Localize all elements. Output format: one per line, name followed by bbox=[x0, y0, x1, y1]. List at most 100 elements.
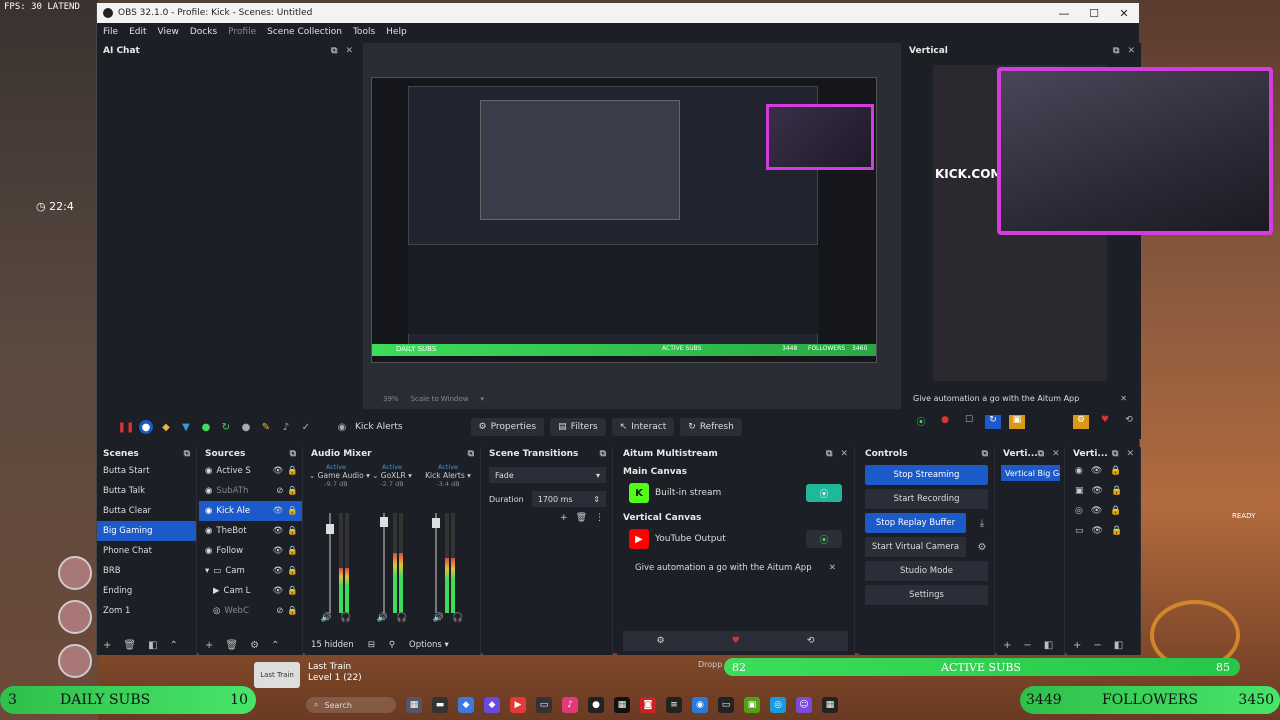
refresh-icon[interactable]: ⟲ bbox=[1121, 415, 1137, 429]
add-icon[interactable]: + bbox=[1073, 640, 1081, 651]
fader-knob[interactable] bbox=[326, 523, 334, 534]
settings-button[interactable]: Settings bbox=[865, 585, 988, 605]
stop-replay-buffer-button[interactable]: Stop Replay Buffer ⤓ bbox=[865, 513, 984, 533]
filters-button[interactable]: ▤ Filters bbox=[550, 418, 606, 436]
scene-item[interactable]: BRB bbox=[97, 561, 196, 581]
vertical-source-item[interactable]: ◎ 👁 🔒 bbox=[1067, 501, 1140, 521]
fader-knob[interactable] bbox=[380, 516, 388, 527]
menu-edit[interactable]: Edit bbox=[129, 27, 146, 37]
lock-icon[interactable]: 🔒 bbox=[287, 606, 298, 616]
gear-icon[interactable]: ⚙ bbox=[1073, 415, 1089, 429]
source-item[interactable]: ◉ TheBot 👁 🔒 bbox=[199, 521, 302, 541]
close-icon[interactable]: ✕ bbox=[1052, 449, 1060, 459]
minus-icon[interactable]: − bbox=[1093, 640, 1101, 651]
float-icon[interactable]: ⧉ bbox=[1112, 449, 1118, 459]
vertical-scene-item[interactable]: Vertical Big Ga bbox=[1001, 465, 1060, 481]
app-icon[interactable]: ▦ bbox=[614, 697, 630, 713]
float-icon[interactable]: ⧉ bbox=[600, 449, 606, 459]
lock-icon[interactable]: 🔒 bbox=[287, 526, 298, 536]
trash-icon[interactable]: 🗑 bbox=[123, 640, 136, 651]
refresh-icon[interactable]: ⟲ bbox=[807, 636, 815, 646]
volume-fader[interactable] bbox=[326, 513, 334, 613]
vertical-source-item[interactable]: ▭ 👁 🔒 bbox=[1067, 521, 1140, 541]
taskbar-search[interactable]: ⌕ Search bbox=[306, 697, 396, 713]
app-icon[interactable]: ◆ bbox=[458, 697, 474, 713]
app-icon[interactable]: ▦ bbox=[822, 697, 838, 713]
menu-help[interactable]: Help bbox=[386, 27, 407, 37]
stream-icon[interactable]: ⦿ bbox=[913, 415, 929, 429]
scene-item-selected[interactable]: Big Gaming bbox=[97, 521, 196, 541]
app-icon[interactable]: ◙ bbox=[640, 697, 656, 713]
lock-icon[interactable]: 🔒 bbox=[287, 486, 298, 496]
speaker-icon[interactable]: 🔊 bbox=[377, 613, 388, 623]
float-icon[interactable]: ⧉ bbox=[826, 449, 832, 459]
lock-icon[interactable]: 🔒 bbox=[287, 566, 298, 576]
layout-icon[interactable]: ⊟ bbox=[368, 640, 375, 650]
menu-view[interactable]: View bbox=[158, 27, 179, 37]
menu-scene-collection[interactable]: Scene Collection bbox=[267, 27, 342, 37]
source-item-selected[interactable]: ◉ Kick Ale 👁 🔒 bbox=[199, 501, 302, 521]
program-preview[interactable]: DAILY SUBS ACTIVE SUBS 3448 FOLLOWERS 34… bbox=[371, 77, 877, 363]
menu-file[interactable]: File bbox=[103, 27, 118, 37]
discord-icon[interactable]: ☺ bbox=[796, 697, 812, 713]
lock-icon[interactable]: 🔒 bbox=[1111, 486, 1122, 496]
close-button[interactable]: ✕ bbox=[1109, 7, 1139, 20]
source-item[interactable]: ◉ SubATh ⊘ 🔒 bbox=[199, 481, 302, 501]
eye-icon[interactable]: 👁 bbox=[1092, 526, 1103, 536]
youtube-icon[interactable]: ▶ bbox=[510, 697, 526, 713]
filter-icon[interactable]: ◧ bbox=[148, 640, 157, 651]
volume-fader[interactable] bbox=[432, 513, 440, 613]
chevron-down-icon[interactable]: ▾ bbox=[480, 395, 484, 407]
app-icon[interactable]: ◆ bbox=[484, 697, 500, 713]
close-icon[interactable]: ✕ bbox=[345, 46, 353, 56]
app-icon[interactable]: ◎ bbox=[770, 697, 786, 713]
source-item[interactable]: ◉ Follow 👁 🔒 bbox=[199, 541, 302, 561]
float-icon[interactable]: ⧉ bbox=[331, 46, 337, 56]
lock-icon[interactable]: 🔒 bbox=[1110, 506, 1121, 516]
chevron-up-icon[interactable]: ⌃ bbox=[170, 640, 178, 651]
duration-input[interactable]: 1700 ms ⇕ bbox=[531, 491, 606, 507]
stop-streaming-button[interactable]: Stop Streaming bbox=[865, 465, 988, 485]
heart-icon[interactable]: ♥ bbox=[1097, 415, 1113, 429]
source-item[interactable]: ▾ ▭ Cam 👁 🔒 bbox=[199, 561, 302, 581]
channel-name[interactable]: ⌄ Game Audio ▾ bbox=[309, 471, 370, 480]
zoom-level[interactable]: 39% bbox=[383, 395, 399, 407]
scale-mode[interactable]: Scale to Window bbox=[411, 395, 469, 407]
minimize-button[interactable]: — bbox=[1049, 7, 1079, 20]
eye-icon[interactable]: 👁 bbox=[273, 566, 284, 576]
eye-icon[interactable]: 👁 bbox=[1091, 506, 1102, 516]
refresh-icon[interactable]: ↻ bbox=[219, 420, 233, 434]
app-icon[interactable]: ≡ bbox=[666, 697, 682, 713]
vertical-source-item[interactable]: ▣ 👁 🔒 bbox=[1067, 481, 1140, 501]
filter-icon[interactable]: ▼ bbox=[179, 420, 193, 434]
headphones-icon[interactable]: 🎧 bbox=[396, 613, 407, 623]
channel-name[interactable]: ⌄ GoXLR ▾ bbox=[365, 471, 419, 480]
transition-select[interactable]: Fade ▾ bbox=[489, 467, 606, 483]
files-icon[interactable]: ▬ bbox=[432, 697, 448, 713]
lock-icon[interactable]: 🔒 bbox=[287, 466, 298, 476]
lock-icon[interactable]: 🔒 bbox=[287, 586, 298, 596]
fader-knob[interactable] bbox=[432, 518, 440, 529]
eye-icon[interactable]: 👁 bbox=[273, 466, 284, 476]
browser-icon[interactable]: ◉ bbox=[692, 697, 708, 713]
lock-icon[interactable]: 🔒 bbox=[287, 506, 298, 516]
download-icon[interactable]: ⤓ bbox=[974, 515, 990, 531]
check-icon[interactable]: ✓ bbox=[299, 420, 313, 434]
record-icon[interactable]: ● bbox=[937, 415, 953, 429]
gear-icon[interactable]: ⚙ bbox=[974, 539, 990, 555]
terminal-icon[interactable]: ▭ bbox=[536, 697, 552, 713]
volume-icon[interactable]: ♪ bbox=[279, 420, 293, 434]
backtrack-icon[interactable]: ▣ bbox=[1009, 415, 1025, 429]
stop-icon[interactable]: ☐ bbox=[961, 415, 977, 429]
taskview-icon[interactable]: ▦ bbox=[406, 697, 422, 713]
start-virtual-camera-button[interactable]: Start Virtual Camera ⚙ bbox=[865, 537, 986, 557]
add-icon[interactable]: + bbox=[103, 640, 111, 651]
brush-icon[interactable]: ✎ bbox=[259, 420, 273, 434]
bell-icon[interactable]: ◆ bbox=[159, 420, 173, 434]
scene-item[interactable]: Butta Clear bbox=[97, 501, 196, 521]
link-icon[interactable]: ⚲ bbox=[389, 640, 395, 650]
spin-icon[interactable]: ⇕ bbox=[593, 495, 600, 504]
scene-item[interactable]: Butta Start bbox=[97, 461, 196, 481]
channel-name[interactable]: Kick Alerts ▾ bbox=[421, 471, 475, 480]
maximize-button[interactable]: ☐ bbox=[1079, 7, 1109, 20]
